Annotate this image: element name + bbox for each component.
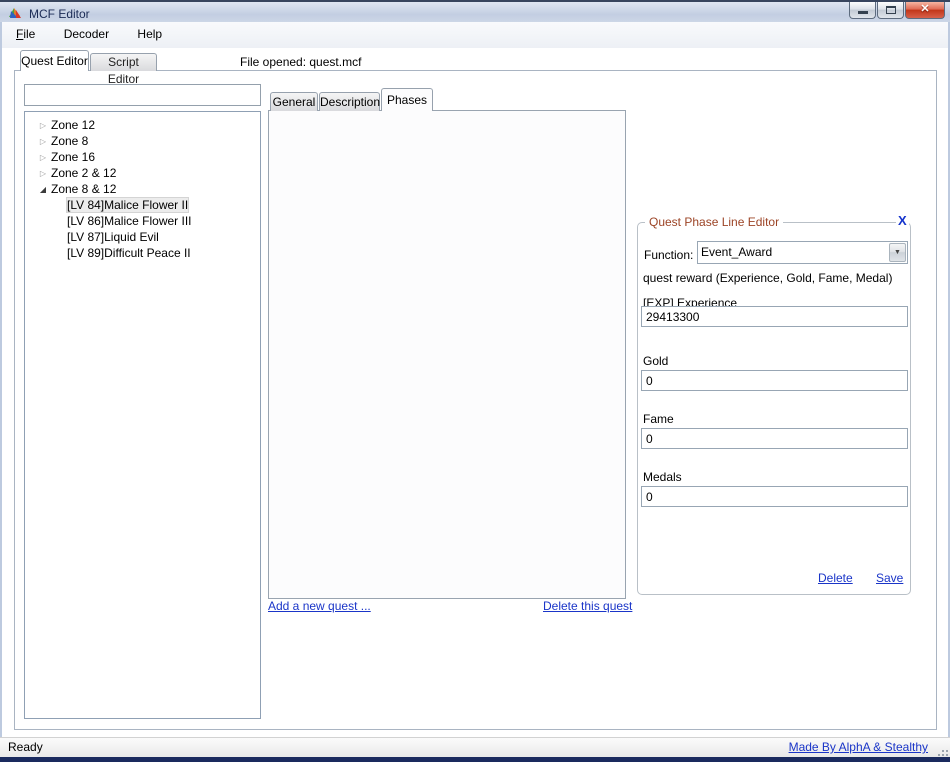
tree-item-label[interactable]: Zone 8 bbox=[51, 134, 88, 148]
minimize-icon bbox=[858, 11, 868, 14]
tree-item-label[interactable]: [LV 89]Difficult Peace II bbox=[67, 246, 191, 260]
tree-item-lv84[interactable]: [LV 84]Malice Flower II bbox=[25, 197, 260, 213]
tree-item-zone12[interactable]: ▷Zone 12 bbox=[25, 117, 260, 133]
line-editor-save-link[interactable]: Save bbox=[876, 571, 903, 585]
function-combobox-dropdown-button[interactable]: ▼ bbox=[889, 243, 906, 262]
menu-help[interactable]: Help bbox=[126, 22, 173, 46]
tree-expand-icon[interactable]: ◢ bbox=[38, 182, 48, 198]
delete-this-quest-link[interactable]: Delete this quest bbox=[543, 599, 632, 613]
close-button[interactable]: ✕ bbox=[905, 2, 945, 19]
menu-file[interactable]: File bbox=[5, 22, 46, 46]
maximize-icon bbox=[886, 6, 896, 14]
line-editor-close-icon[interactable]: X bbox=[896, 213, 909, 228]
tree-item-label[interactable]: [LV 86]Malice Flower III bbox=[67, 214, 192, 228]
exp-input[interactable] bbox=[641, 306, 908, 327]
resize-grip[interactable] bbox=[942, 750, 944, 752]
app-icon bbox=[7, 5, 23, 21]
gold-input[interactable] bbox=[641, 370, 908, 391]
tab-script-editor[interactable]: Script Editor bbox=[90, 53, 157, 71]
window-frame-left bbox=[0, 22, 2, 757]
menu-file-rest: ile bbox=[23, 27, 35, 41]
function-combobox-value: Event_Award bbox=[701, 245, 886, 259]
tree-collapse-icon[interactable]: ▷ bbox=[38, 166, 48, 182]
medals-input[interactable] bbox=[641, 486, 908, 507]
tree-collapse-icon[interactable]: ▷ bbox=[38, 134, 48, 150]
line-editor-title: Quest Phase Line Editor bbox=[645, 215, 783, 229]
credit-link[interactable]: Made By AlphA & Stealthy bbox=[789, 740, 928, 754]
tree-item-zone16[interactable]: ▷Zone 16 bbox=[25, 149, 260, 165]
titlebar[interactable]: MCF Editor ✕ bbox=[0, 0, 950, 22]
tree-item-zone2-12[interactable]: ▷Zone 2 & 12 bbox=[25, 165, 260, 181]
tree-item-zone8-12[interactable]: ◢Zone 8 & 12 bbox=[25, 181, 260, 197]
gold-label: Gold bbox=[643, 354, 668, 368]
maximize-button[interactable] bbox=[877, 2, 904, 19]
menu-decoder[interactable]: Decoder bbox=[53, 22, 120, 46]
tree-item-lv86[interactable]: [LV 86]Malice Flower III bbox=[25, 213, 260, 229]
function-hint: quest reward (Experience, Gold, Fame, Me… bbox=[643, 271, 892, 285]
window-frame-bottom bbox=[0, 757, 950, 762]
tree-item-zone8[interactable]: ▷Zone 8 bbox=[25, 133, 260, 149]
tree-item-lv87[interactable]: [LV 87]Liquid Evil bbox=[25, 229, 260, 245]
tree-item-label[interactable]: Zone 8 & 12 bbox=[51, 182, 116, 196]
function-label: Function: bbox=[644, 248, 693, 262]
function-combobox[interactable]: Event_Award ▼ bbox=[697, 241, 908, 264]
tree-item-lv89[interactable]: [LV 89]Difficult Peace II bbox=[25, 245, 260, 261]
search-input[interactable] bbox=[24, 84, 261, 106]
tree-collapse-icon[interactable]: ▷ bbox=[38, 118, 48, 134]
medals-label: Medals bbox=[643, 470, 682, 484]
chevron-down-icon: ▼ bbox=[894, 249, 901, 256]
tab-phases[interactable]: Phases bbox=[381, 88, 433, 111]
quest-tree[interactable]: ▷Zone 12 ▷Zone 8 ▷Zone 16 ▷Zone 2 & 12 ◢… bbox=[24, 111, 261, 719]
tree-collapse-icon[interactable]: ▷ bbox=[38, 150, 48, 166]
status-ready-label: Ready bbox=[8, 740, 43, 754]
close-icon: ✕ bbox=[920, 3, 929, 15]
window-title: MCF Editor bbox=[29, 7, 90, 21]
add-new-quest-link[interactable]: Add a new quest ... bbox=[268, 599, 371, 613]
phases-page bbox=[268, 110, 626, 599]
tab-general[interactable]: General bbox=[270, 92, 318, 111]
app-window: MCF Editor ✕ File Decoder Help Quest Edi… bbox=[0, 0, 950, 762]
line-editor-delete-link[interactable]: Delete bbox=[818, 571, 853, 585]
tree-item-label[interactable]: Zone 16 bbox=[51, 150, 95, 164]
file-opened-label: File opened: quest.mcf bbox=[240, 55, 361, 69]
minimize-button[interactable] bbox=[849, 2, 876, 19]
tree-item-label-selected[interactable]: [LV 84]Malice Flower II bbox=[67, 198, 188, 212]
fame-label: Fame bbox=[643, 412, 674, 426]
tree-item-label[interactable]: [LV 87]Liquid Evil bbox=[67, 230, 159, 244]
tree-item-label[interactable]: Zone 2 & 12 bbox=[51, 166, 116, 180]
tree-item-label[interactable]: Zone 12 bbox=[51, 118, 95, 132]
fame-input[interactable] bbox=[641, 428, 908, 449]
tab-quest-editor[interactable]: Quest Editor bbox=[20, 50, 89, 71]
tab-description[interactable]: Description bbox=[319, 92, 380, 111]
menubar: File Decoder Help bbox=[2, 22, 948, 48]
